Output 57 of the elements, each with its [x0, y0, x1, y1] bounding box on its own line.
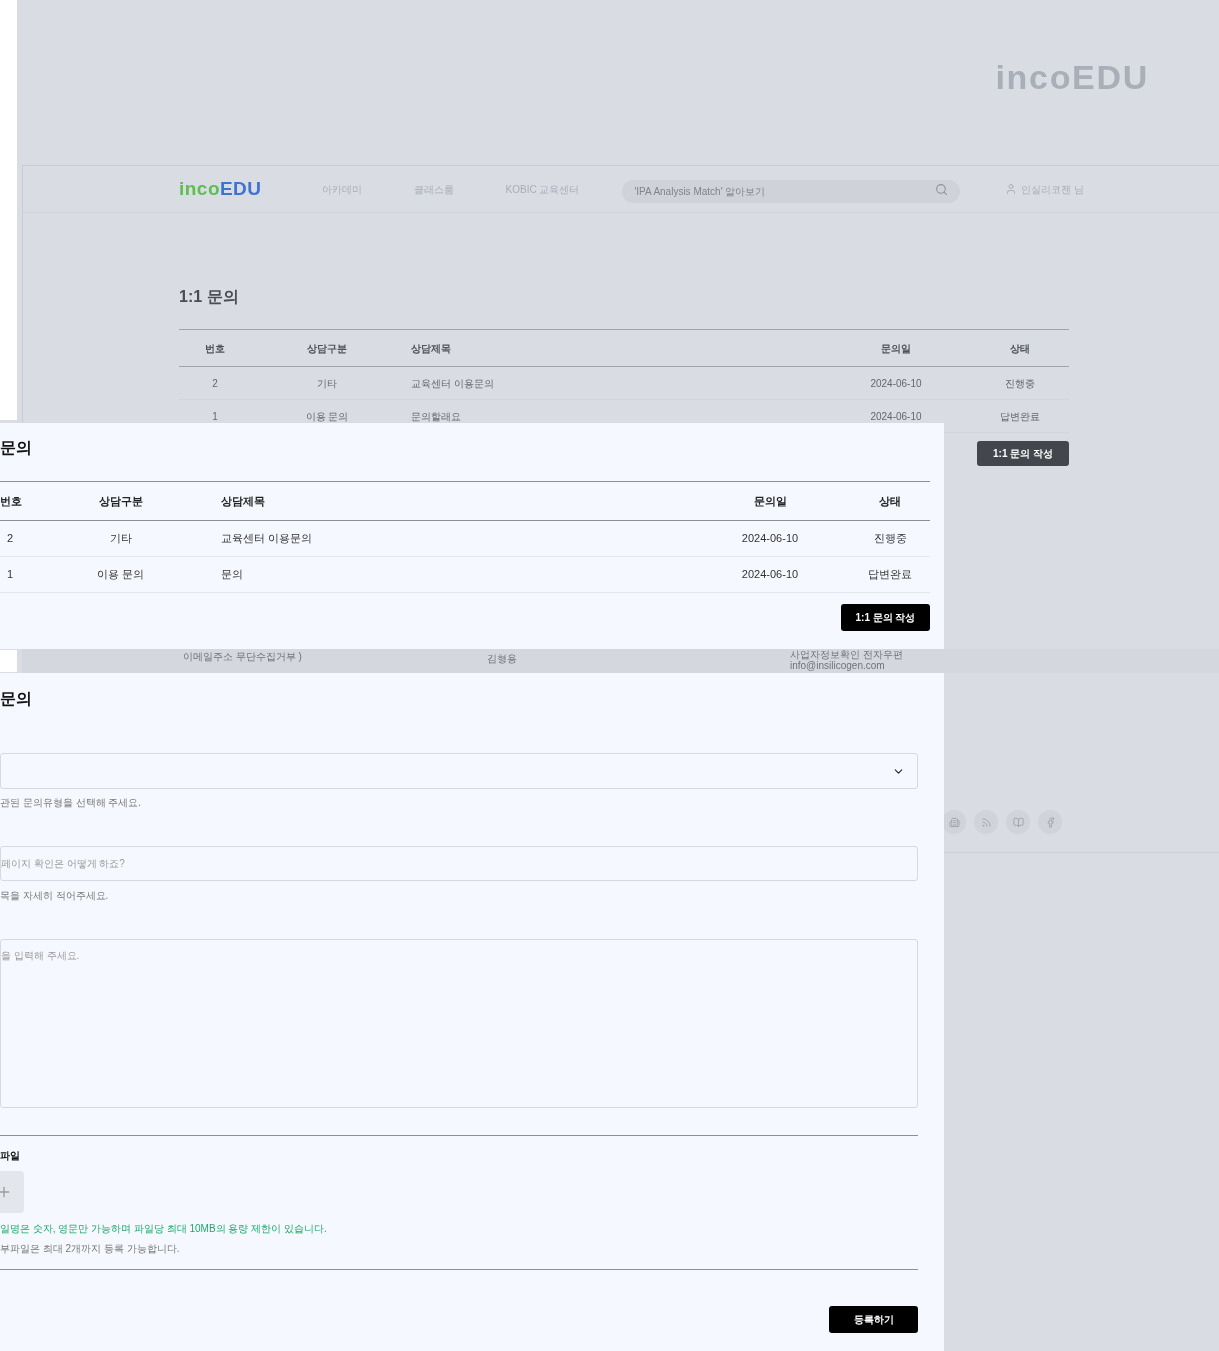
table-cell-text: 교육센터 이용문의	[221, 531, 314, 547]
table-cell-text: 답변완료	[999, 409, 1041, 424]
column-header: 상담제목	[410, 341, 452, 356]
footer-text: info@insilicogen.com	[790, 661, 885, 671]
building-icon[interactable]	[942, 810, 966, 834]
table-cell-text: 2024-06-10	[869, 409, 923, 424]
hint-text: 목을 자세히 적어주세요.	[0, 889, 110, 903]
subject-field[interactable]: 페이지 확인은 어떻게 하죠?	[0, 846, 918, 881]
attachment-note: 부파일은 최대 2개까지 등록 가능합니다.	[0, 1243, 181, 1255]
facebook-icon[interactable]	[1038, 810, 1062, 834]
column-header: 상태	[878, 493, 902, 509]
table-cell-text: 2	[5, 531, 15, 547]
add-file-button[interactable]	[0, 1171, 24, 1213]
search-field[interactable]: 'IPA Analysis Match' 알아보기	[622, 179, 961, 203]
submit-button[interactable]: 등록하기	[829, 1306, 918, 1333]
write-inquiry-button[interactable]: 1:1 문의 작성	[841, 604, 930, 631]
column-header: 상태	[1009, 341, 1031, 356]
panel-title: 문의	[0, 689, 33, 709]
table-cell-text: 문의	[221, 567, 244, 583]
table-cell-text: 2024-06-10	[740, 531, 800, 547]
table-cell-text: 기타	[108, 531, 133, 547]
footer-text: 이메일주소 무단수집거부 )	[183, 652, 302, 662]
write-inquiry-button[interactable]: 1:1 문의 작성	[977, 441, 1069, 466]
table-cell-text: 이용 문의	[304, 409, 350, 424]
book-icon[interactable]	[1006, 810, 1030, 834]
table-cell-text: 2024-06-10	[740, 567, 800, 583]
table-cell-text: 기타	[316, 376, 338, 391]
attachment-label: 파일	[0, 1149, 21, 1163]
user-icon	[1005, 183, 1018, 195]
column-header: 상담구분	[306, 341, 348, 356]
table-cell-text: 교육센터 이용문의	[410, 376, 495, 391]
panel-title: 문의	[0, 438, 33, 458]
hint-text: 관된 문의유형을 선택해 주세요.	[0, 796, 143, 810]
table-cell-text: 1	[5, 567, 15, 583]
table-cell-text: 진행중	[1004, 376, 1036, 391]
plus-icon	[0, 1184, 12, 1200]
attachment-note: 일명은 숫자, 영문만 가능하며 파일당 최대 10MB의 용량 제한이 있습니다.	[0, 1223, 328, 1235]
column-header: 상담구분	[97, 493, 144, 509]
footer-text: 김형용	[487, 654, 517, 664]
column-header: 문의일	[880, 341, 912, 356]
table-cell-text: 2024-06-10	[869, 376, 923, 391]
table-cell-text: 이용 문의	[95, 567, 146, 583]
column-header: 번호	[204, 341, 226, 356]
table-cell-text: 문의할래요	[410, 409, 462, 424]
rss-icon[interactable]	[974, 810, 998, 834]
column-header: 문의일	[752, 493, 788, 509]
table-cell-text: 2	[211, 376, 219, 391]
table-cell-text: 1	[211, 409, 219, 424]
table-cell-text: 진행중	[872, 531, 908, 547]
table-cell-text: 답변완료	[867, 567, 913, 583]
site-logo: incoEDU	[179, 176, 262, 201]
footer-text: 사업자정보확인 전자우편	[790, 650, 903, 660]
search-icon	[935, 182, 949, 196]
page-title: 1:1 문의	[179, 287, 240, 307]
column-header: 번호	[0, 493, 20, 509]
content-field[interactable]: 을 입력해 주세요.	[0, 939, 918, 1108]
column-header: 상담제목	[221, 493, 266, 509]
